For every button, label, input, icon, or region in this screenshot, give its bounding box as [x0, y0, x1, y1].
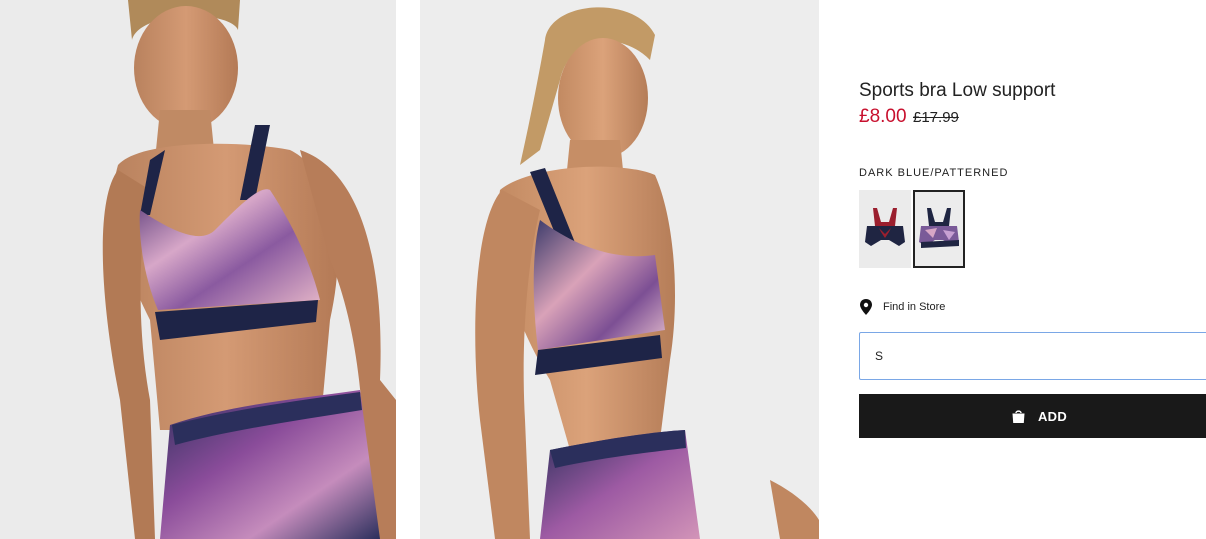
color-swatch-dark-blue-patterned[interactable] [913, 190, 965, 268]
swatch-thumbnail [859, 190, 911, 268]
find-in-store-link[interactable]: Find in Store [859, 298, 945, 316]
size-selector[interactable]: S [859, 332, 1206, 380]
product-title: Sports bra Low support [859, 80, 1056, 101]
sale-price: £8.00 [859, 106, 907, 127]
product-photo-side [420, 0, 819, 539]
add-to-bag-button[interactable]: ADD [859, 394, 1206, 438]
original-price: £17.99 [913, 109, 959, 126]
shopping-bag-icon [1012, 409, 1025, 423]
add-button-label: ADD [1037, 408, 1068, 424]
product-image-front[interactable] [0, 0, 396, 539]
selected-color-name: DARK BLUE/PATTERNED [859, 167, 1009, 179]
color-swatch-dark-blue[interactable] [859, 190, 911, 268]
size-selected-value: S [875, 349, 884, 363]
price-block: £8.00 £17.99 [859, 106, 959, 128]
swatch-thumbnail [915, 192, 963, 266]
product-image-side[interactable] [420, 0, 819, 539]
location-pin-icon [860, 299, 872, 315]
find-in-store-label: Find in Store [883, 301, 946, 313]
product-page: Sports bra Low support £8.00 £17.99 DARK… [0, 0, 1206, 539]
product-photo-front [0, 0, 396, 539]
product-info-panel: Sports bra Low support £8.00 £17.99 DARK… [859, 0, 1206, 539]
